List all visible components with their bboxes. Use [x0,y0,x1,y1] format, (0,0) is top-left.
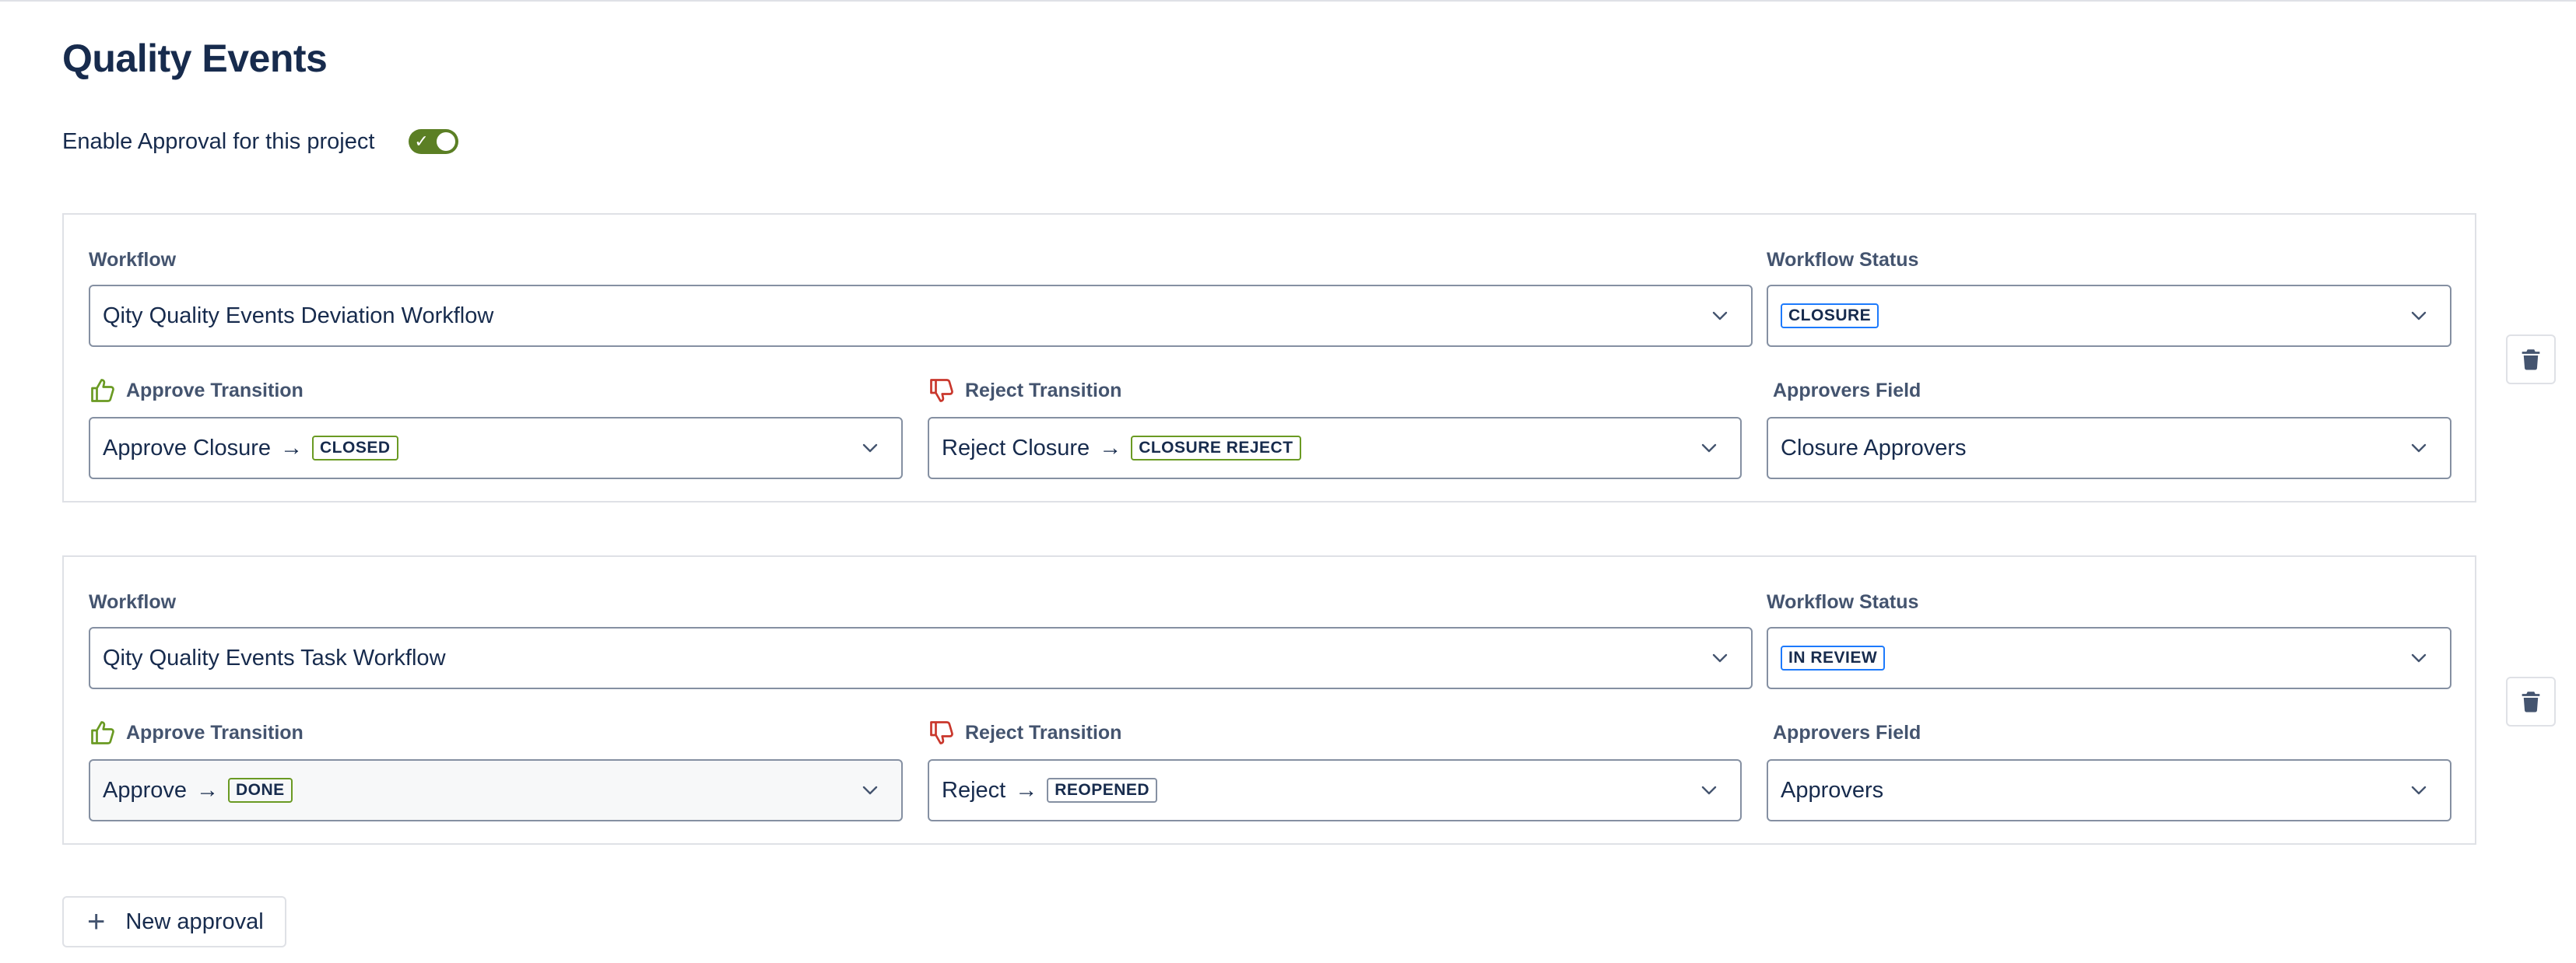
trash-icon [2522,692,2540,713]
check-icon: ✓ [414,131,429,151]
workflow-value: Qity Quality Events Task Workflow [103,645,446,671]
chevron-down-icon [1701,786,1717,795]
reject-transition-label: Reject Transition [928,376,1121,404]
chevron-down-icon [862,443,878,453]
toggle-knob [437,132,456,151]
chevron-down-icon [1712,653,1728,663]
delete-approval-button[interactable] [2506,334,2556,384]
approve-transition-label: Approve Transition [89,719,304,747]
approve-transition-text: Approve Transition [126,721,304,744]
chevron-down-icon [2411,786,2427,795]
thumbs-down-icon [930,379,953,402]
reject-transition-name: Reject Closure [942,435,1090,460]
new-approval-button[interactable]: + New approval [62,896,286,947]
reject-transition-select[interactable]: Reject → REOPENED [928,759,1742,821]
arrow-right-icon: → [1015,777,1038,803]
status-lozenge: CLOSURE [1781,303,1879,328]
approve-transition-name: Approve [103,777,188,803]
enable-approval-row: Enable Approval for this project ✓ [62,124,459,159]
approve-target-lozenge: DONE [228,778,293,803]
reject-transition-label: Reject Transition [928,719,1121,747]
reject-transition-select[interactable]: Reject Closure → CLOSURE REJECT [928,417,1742,479]
reject-transition-text: Reject Transition [965,379,1122,401]
reject-transition-text: Reject Transition [965,721,1122,744]
approve-transition-label: Approve Transition [89,376,304,404]
approve-transition-select[interactable]: Approve → DONE [89,759,903,821]
approvers-field-value: Closure Approvers [1781,435,1967,460]
status-lozenge: IN REVIEW [1781,646,1886,671]
arrow-right-icon: → [1099,435,1122,460]
workflow-select[interactable]: Qity Quality Events Deviation Workflow [89,285,1753,347]
chevron-down-icon [2411,653,2427,663]
chevron-down-icon [1712,311,1728,320]
approve-transition-name: Approve Closure [103,435,271,460]
workflow-status-label: Workflow Status [1767,590,1919,613]
approvers-field-label: Approvers Field [1773,721,1921,744]
new-approval-label: New approval [125,909,264,934]
reject-target-lozenge: CLOSURE REJECT [1131,436,1301,460]
page-title: Quality Events [62,37,328,80]
reject-transition-name: Reject [942,777,1006,803]
approve-transition-select[interactable]: Approve Closure → CLOSED [89,417,903,479]
thumbs-up-icon [91,721,114,744]
chevron-down-icon [2411,443,2427,453]
approvers-field-label: Approvers Field [1773,379,1921,401]
thumbs-up-icon [91,379,114,402]
delete-approval-button[interactable] [2506,677,2556,727]
arrow-right-icon: → [280,435,303,460]
workflow-status-select[interactable]: IN REVIEW [1767,627,2451,689]
enable-approval-toggle[interactable]: ✓ [409,129,459,154]
workflow-status-select[interactable]: CLOSURE [1767,285,2451,347]
approvers-field-select[interactable]: Closure Approvers [1767,417,2451,479]
plus-icon: + [87,905,106,939]
approval-card: Workflow Qity Quality Events Task Workfl… [62,555,2476,845]
workflow-value: Qity Quality Events Deviation Workflow [103,303,494,328]
thumbs-down-icon [930,721,953,744]
approve-transition-text: Approve Transition [126,379,304,401]
approvers-field-value: Approvers [1781,777,1884,803]
chevron-down-icon [862,786,878,795]
chevron-down-icon [1701,443,1717,453]
approve-target-lozenge: CLOSED [312,436,398,460]
reject-target-lozenge: REOPENED [1047,778,1158,803]
arrow-right-icon: → [196,777,219,803]
workflow-label: Workflow [89,590,177,613]
chevron-down-icon [2411,311,2427,320]
workflow-status-label: Workflow Status [1767,248,1919,271]
enable-approval-label: Enable Approval for this project [62,128,375,154]
approval-card: Workflow Qity Quality Events Deviation W… [62,213,2476,503]
top-divider [0,0,2576,2]
approvers-field-select[interactable]: Approvers [1767,759,2451,821]
workflow-label: Workflow [89,248,177,271]
workflow-select[interactable]: Qity Quality Events Task Workflow [89,627,1753,689]
trash-icon [2522,349,2540,370]
